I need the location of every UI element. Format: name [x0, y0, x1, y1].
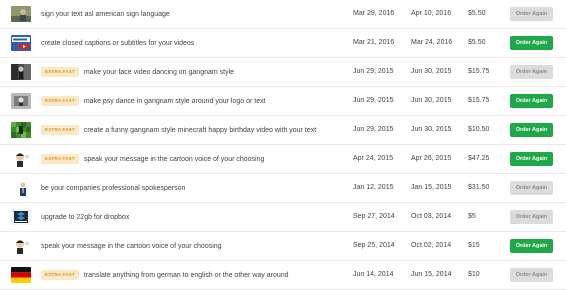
- order-again-button[interactable]: Order Again: [510, 94, 553, 108]
- order-again-button[interactable]: Order Again: [510, 65, 553, 79]
- order-title[interactable]: create closed captions or subtitles for …: [41, 40, 194, 47]
- order-again-button[interactable]: Order Again: [510, 210, 553, 224]
- order-row: EXTRA FAST make your face video dancing o…: [0, 58, 566, 87]
- order-again-button[interactable]: Order Again: [510, 181, 553, 195]
- order-description: EXTRA FAST create a funny gangnam style m…: [41, 116, 316, 144]
- order-title[interactable]: speak your message in the cartoon voice …: [41, 243, 222, 250]
- orders-list: sign your text asl american sign languag…: [0, 0, 566, 290]
- delivery-date: Jun 30, 2015: [411, 126, 452, 133]
- dropbox-thumb[interactable]: [11, 209, 31, 225]
- order-row: sign your text asl american sign languag…: [0, 0, 566, 29]
- order-title[interactable]: speak your message in the cartoon voice …: [84, 156, 265, 163]
- order-description: speak your message in the cartoon voice …: [41, 232, 222, 260]
- order-row: EXTRA FAST translate anything from german…: [0, 261, 566, 290]
- order-again-button[interactable]: Order Again: [510, 268, 553, 282]
- order-date: Jun 29, 2015: [353, 68, 394, 75]
- order-price: $5.50: [468, 10, 486, 17]
- order-description: upgrade to 22gb for dropbox: [41, 203, 129, 231]
- order-title[interactable]: be your companies professional spokesper…: [41, 185, 185, 192]
- order-price: $15.75: [468, 97, 490, 104]
- order-date: Sep 25, 2014: [353, 242, 395, 249]
- order-price: $31.50: [468, 184, 490, 191]
- order-description: EXTRA FAST speak your message in the cart…: [41, 145, 264, 173]
- cartoon-voice-thumb[interactable]: [11, 151, 31, 167]
- order-description: EXTRA FAST make your face video dancing o…: [41, 58, 234, 86]
- order-price: $10.50: [468, 126, 490, 133]
- delivery-date: Jun 30, 2015: [411, 97, 452, 104]
- order-row: speak your message in the cartoon voice …: [0, 232, 566, 261]
- order-price: $5.50: [468, 39, 486, 46]
- dance-video-thumb[interactable]: [11, 64, 31, 80]
- captions-youtube-thumb[interactable]: [11, 35, 31, 51]
- order-price: $47.25: [468, 155, 490, 162]
- order-again-button[interactable]: Order Again: [510, 7, 553, 21]
- order-date: Jun 29, 2015: [353, 97, 394, 104]
- order-description: sign your text asl american sign languag…: [41, 0, 170, 28]
- order-row: EXTRA FAST speak your message in the cart…: [0, 145, 566, 174]
- order-price: $5: [468, 213, 476, 220]
- order-price: $10: [468, 271, 480, 278]
- order-title[interactable]: sign your text asl american sign languag…: [41, 11, 170, 18]
- delivery-date: Jan 15, 2015: [411, 184, 452, 191]
- delivery-date: Apr 26, 2015: [411, 155, 452, 162]
- sign-language-thumb[interactable]: [11, 6, 31, 22]
- order-description: EXTRA FAST make psy dance in gangnam styl…: [41, 87, 266, 115]
- order-title[interactable]: upgrade to 22gb for dropbox: [41, 214, 129, 221]
- order-again-button[interactable]: Order Again: [510, 123, 553, 137]
- extra-fast-badge: EXTRA FAST: [41, 270, 79, 280]
- delivery-date: Oct 03, 2014: [411, 213, 452, 220]
- order-title[interactable]: make your face video dancing on gangnam …: [84, 69, 234, 76]
- order-date: Jun 14, 2014: [353, 271, 394, 278]
- extra-fast-badge: EXTRA FAST: [41, 154, 79, 164]
- minecraft-thumb[interactable]: [11, 122, 31, 138]
- order-description: be your companies professional spokesper…: [41, 174, 185, 202]
- order-again-button[interactable]: Order Again: [510, 36, 553, 50]
- german-flag-thumb[interactable]: [11, 267, 31, 283]
- delivery-date: Jun 30, 2015: [411, 68, 452, 75]
- spokesperson-thumb[interactable]: [11, 180, 31, 196]
- order-description: EXTRA FAST translate anything from german…: [41, 261, 289, 289]
- delivery-date: Mar 24, 2016: [411, 39, 453, 46]
- extra-fast-badge: EXTRA FAST: [41, 96, 79, 106]
- delivery-date: Jun 15, 2014: [411, 271, 452, 278]
- delivery-date: Oct 02, 2014: [411, 242, 452, 249]
- order-row: be your companies professional spokesper…: [0, 174, 566, 203]
- order-date: Mar 29, 2016: [353, 10, 395, 17]
- order-description: create closed captions or subtitles for …: [41, 29, 194, 57]
- order-date: Apr 24, 2015: [353, 155, 394, 162]
- delivery-date: Apr 10, 2016: [411, 10, 452, 17]
- order-title[interactable]: make psy dance in gangnam style around y…: [84, 98, 266, 105]
- order-title[interactable]: translate anything from german to englis…: [84, 272, 289, 279]
- order-date: Jun 29, 2015: [353, 126, 394, 133]
- order-again-button[interactable]: Order Again: [510, 152, 553, 166]
- extra-fast-badge: EXTRA FAST: [41, 67, 79, 77]
- order-row: EXTRA FAST create a funny gangnam style m…: [0, 116, 566, 145]
- order-price: $15: [468, 242, 480, 249]
- order-date: Sep 27, 2014: [353, 213, 395, 220]
- order-row: EXTRA FAST make psy dance in gangnam styl…: [0, 87, 566, 116]
- logo-dance-thumb[interactable]: [11, 93, 31, 109]
- order-date: Mar 21, 2016: [353, 39, 395, 46]
- order-again-button[interactable]: Order Again: [510, 239, 553, 253]
- extra-fast-badge: EXTRA FAST: [41, 125, 79, 135]
- order-row: upgrade to 22gb for dropbox Sep 27, 2014 O…: [0, 203, 566, 232]
- order-date: Jan 12, 2015: [353, 184, 394, 191]
- order-title[interactable]: create a funny gangnam style minecraft h…: [84, 127, 316, 134]
- order-row: create closed captions or subtitles for …: [0, 29, 566, 58]
- order-price: $15.75: [468, 68, 490, 75]
- cartoon-voice-thumb[interactable]: [11, 238, 31, 254]
